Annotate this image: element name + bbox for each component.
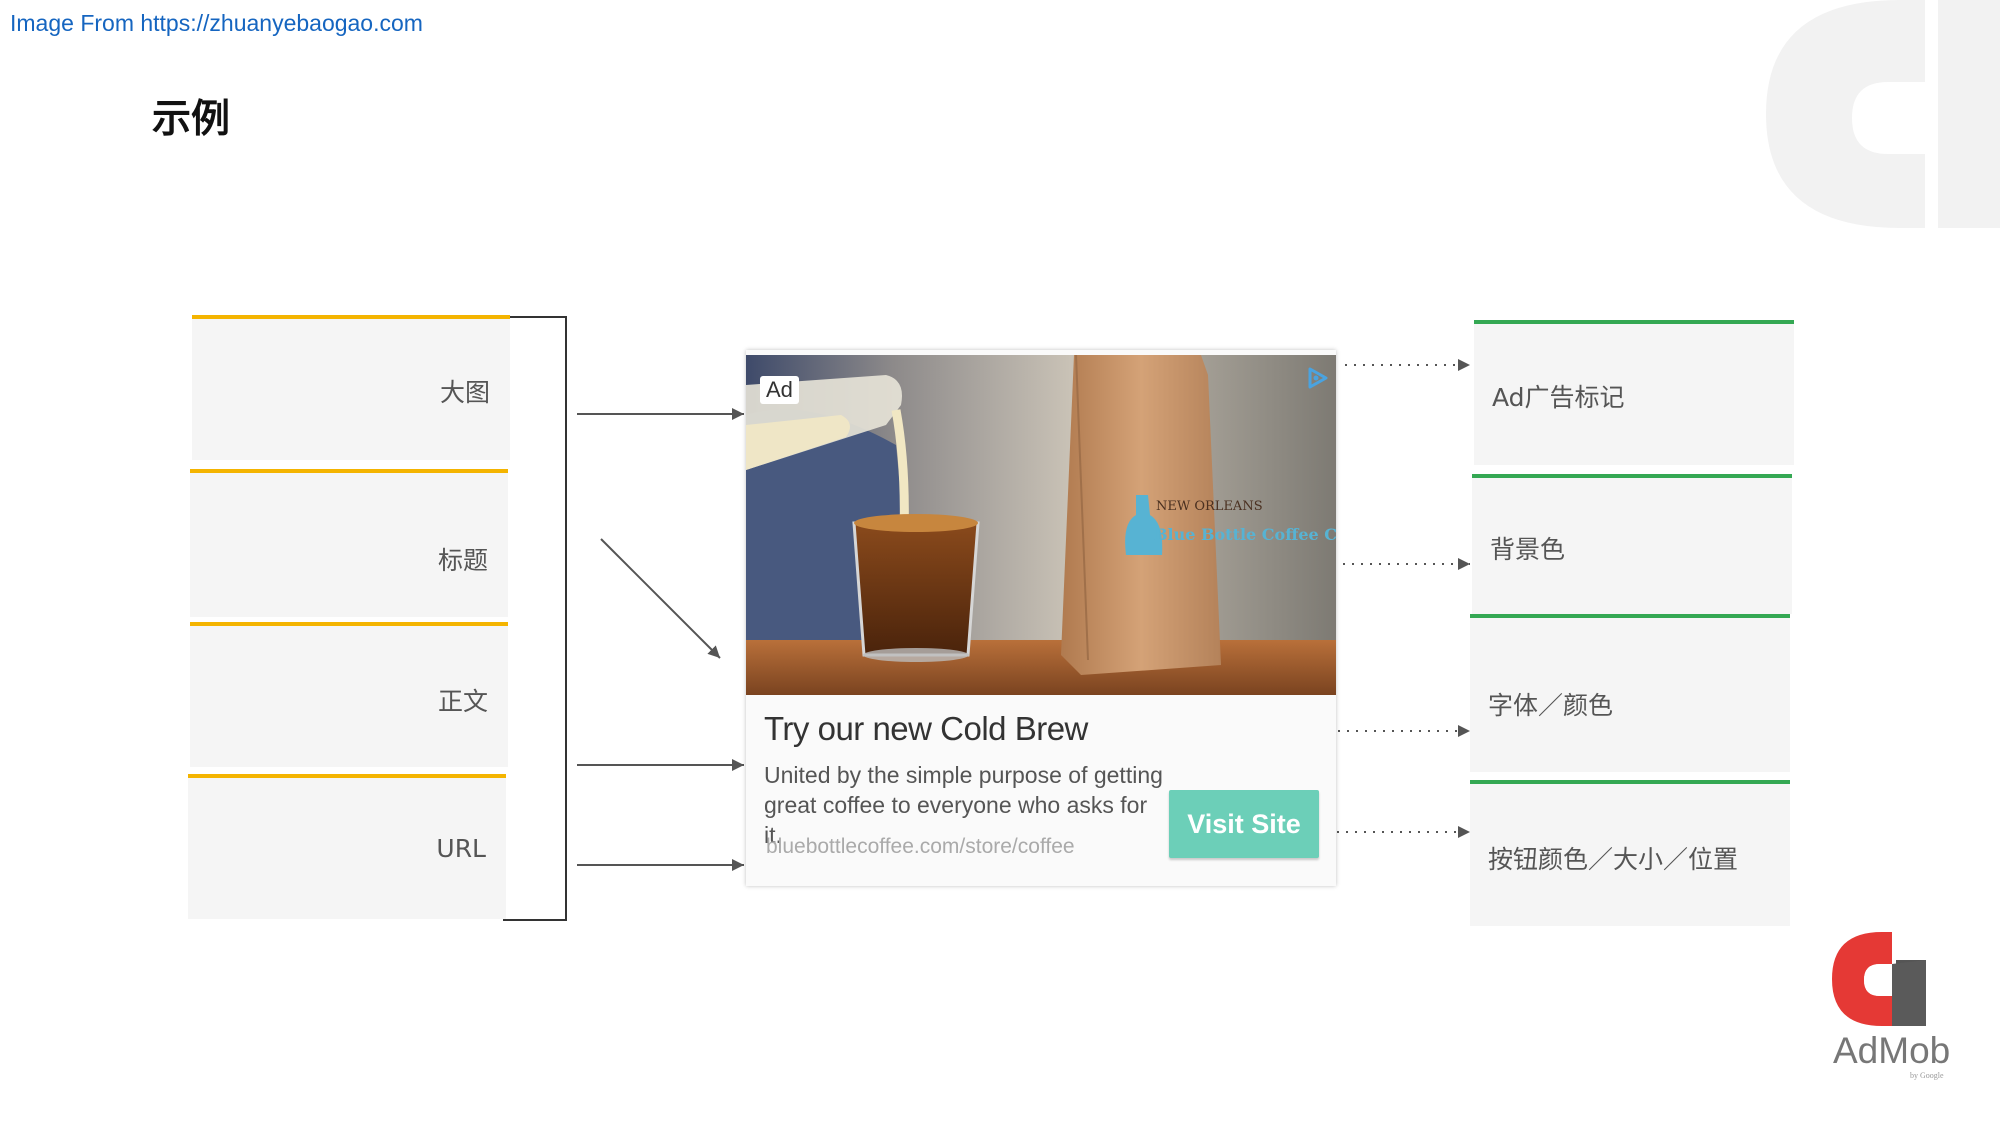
ad-main-image[interactable]: Blue Bottle Coffee Co NEW ORLEANS Ad (746, 355, 1336, 695)
coffee-photo-icon: Blue Bottle Coffee Co NEW ORLEANS (746, 355, 1336, 695)
bracket-line (503, 316, 567, 921)
bag-city-text: NEW ORLEANS (1156, 499, 1263, 514)
adchoices-icon[interactable] (1304, 365, 1330, 391)
visit-site-button[interactable]: Visit Site (1169, 790, 1319, 858)
native-ad-card[interactable]: Blue Bottle Coffee Co NEW ORLEANS Ad Try… (746, 350, 1336, 886)
arrow-headline (600, 538, 721, 659)
admob-logo-text: AdMob (1833, 1030, 1951, 1071)
ad-headline[interactable]: Try our new Cold Brew (764, 710, 1088, 748)
by-google-text: by Google (1910, 1071, 1944, 1080)
ad-badge: Ad (760, 376, 799, 404)
ad-url[interactable]: bluebottlecoffee.com/store/coffee (766, 835, 1075, 859)
bag-brand-text: Blue Bottle Coffee Co (1154, 525, 1336, 544)
admob-logo-icon (1832, 932, 1926, 1026)
